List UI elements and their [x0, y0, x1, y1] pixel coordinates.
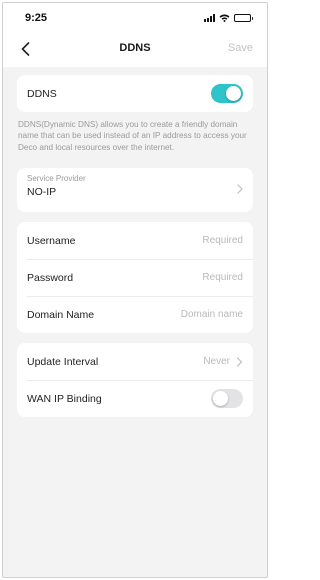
service-provider-caption: Service Provider	[27, 174, 86, 184]
username-field[interactable]: Required	[202, 235, 243, 246]
status-time: 9:25	[25, 12, 48, 24]
nav-bar: DDNS Save	[3, 31, 267, 67]
status-icons	[204, 14, 253, 22]
wan-ip-binding-toggle[interactable]	[211, 389, 243, 409]
service-provider-value: NO-IP	[27, 186, 57, 199]
domain-name-label: Domain Name	[27, 308, 95, 321]
password-field[interactable]: Required	[202, 272, 243, 283]
password-row[interactable]: Password Required	[17, 259, 253, 296]
settings-card: Update Interval Never WAN IP Binding	[17, 343, 253, 418]
toggle-knob	[213, 391, 228, 407]
chevron-right-icon	[237, 184, 243, 194]
wifi-icon	[219, 14, 230, 22]
ddns-label: DDNS	[27, 87, 57, 100]
signal-icon	[204, 14, 215, 22]
status-bar: 9:25	[3, 3, 267, 31]
chevron-right-icon	[236, 357, 243, 367]
domain-name-field[interactable]: Domain name	[181, 309, 243, 320]
save-button[interactable]: Save	[228, 42, 253, 54]
ddns-description: DDNS(Dynamic DNS) allows you to create a…	[18, 120, 247, 152]
update-interval-value-wrap: Never	[203, 356, 243, 367]
service-provider-row[interactable]: Service Provider NO-IP	[17, 168, 253, 213]
password-label: Password	[27, 271, 74, 284]
toggle-knob	[226, 86, 241, 101]
credentials-card: Username Required Password Required Doma…	[17, 222, 253, 334]
content: DDNS DDNS(Dynamic DNS) allows you to cre…	[3, 67, 267, 418]
wan-ip-binding-label: WAN IP Binding	[27, 392, 102, 405]
wan-ip-binding-row: WAN IP Binding	[17, 380, 253, 417]
phone-screen: 9:25 DDNS Save DDNS DDNS(Dynamic DNS) al…	[2, 2, 268, 578]
update-interval-value: Never	[203, 356, 230, 368]
ddns-toggle[interactable]	[211, 84, 243, 103]
ddns-card: DDNS	[17, 75, 253, 112]
domain-name-row[interactable]: Domain Name Domain name	[17, 296, 253, 333]
update-interval-row[interactable]: Update Interval Never	[17, 343, 253, 380]
username-row[interactable]: Username Required	[17, 222, 253, 259]
update-interval-label: Update Interval	[27, 355, 99, 368]
ddns-row: DDNS	[17, 75, 253, 112]
username-label: Username	[27, 234, 76, 247]
battery-icon	[234, 14, 253, 22]
